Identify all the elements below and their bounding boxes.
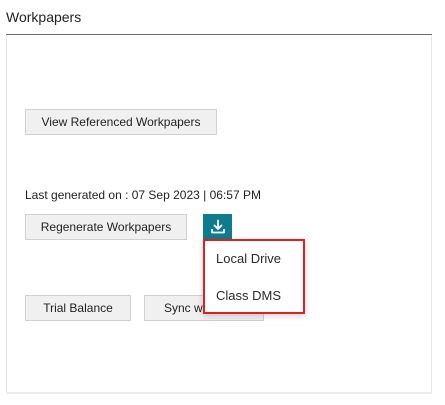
- panel-right-border: [431, 35, 432, 393]
- trial-balance-button[interactable]: Trial Balance: [25, 295, 131, 321]
- download-dropdown-menu: Local Drive Class DMS: [203, 239, 305, 314]
- download-button[interactable]: [203, 214, 232, 240]
- download-icon: [210, 219, 225, 234]
- view-referenced-workpapers-button[interactable]: View Referenced Workpapers: [25, 109, 217, 135]
- last-generated-text: Last generated on : 07 Sep 2023 | 06:57 …: [25, 188, 261, 202]
- panel-bottom-border: [6, 392, 432, 394]
- regenerate-workpapers-button[interactable]: Regenerate Workpapers: [25, 214, 187, 240]
- menu-item-class-dms[interactable]: Class DMS: [216, 288, 281, 303]
- menu-item-local-drive[interactable]: Local Drive: [216, 251, 281, 266]
- page-title: Workpapers: [6, 9, 82, 25]
- panel-left-border: [6, 35, 7, 393]
